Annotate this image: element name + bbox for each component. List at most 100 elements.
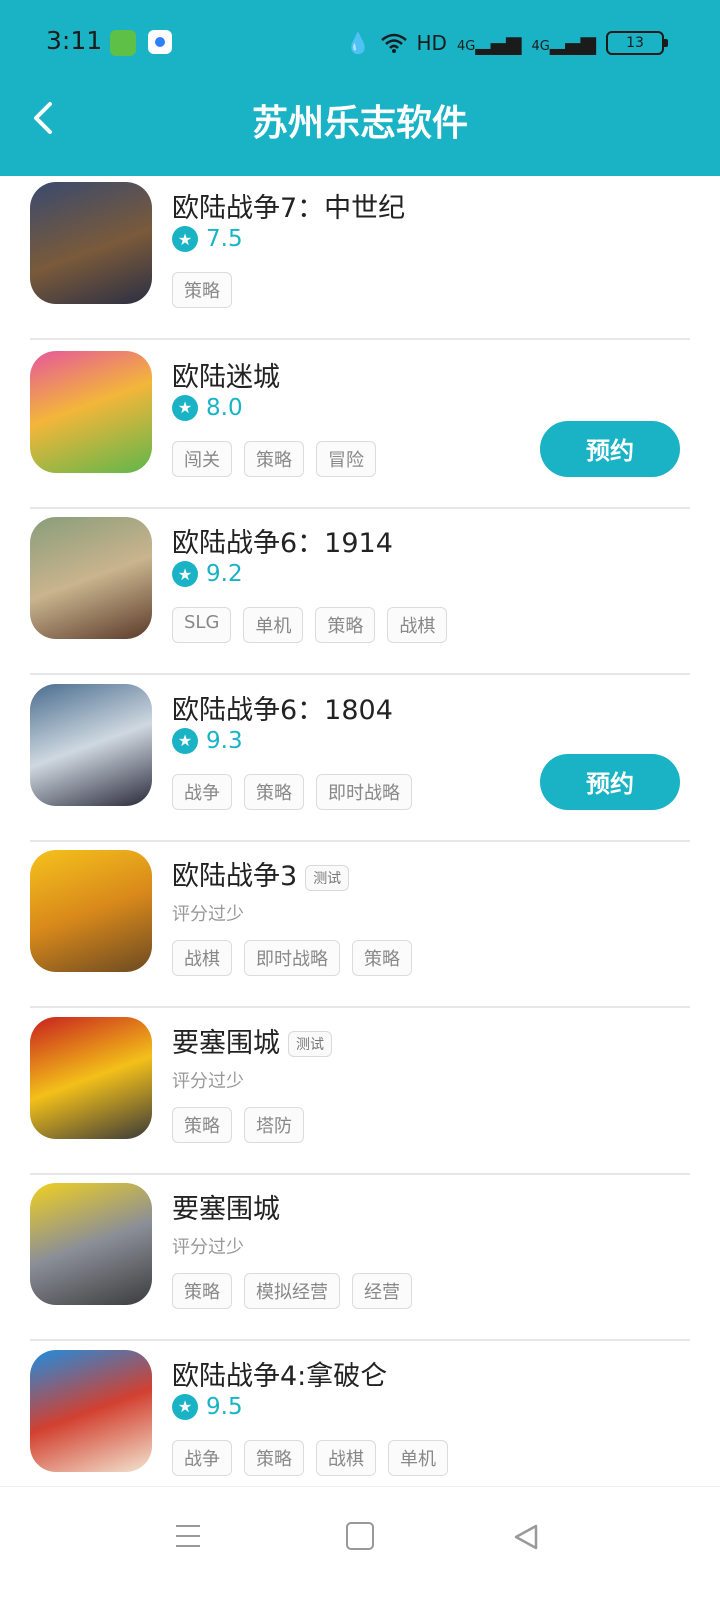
system-nav-bar (0, 1486, 720, 1601)
signal-1: 4G▂▄▆ (457, 31, 522, 55)
score: 9.5 (206, 1393, 243, 1420)
rating-text: 评分过少 (172, 1070, 244, 1092)
list-item[interactable]: 欧陆迷城 ★ 8.0 闯关 策略 冒险 预约 (0, 343, 720, 509)
game-icon[interactable] (30, 182, 152, 304)
reserve-button[interactable]: 预约 (540, 420, 680, 477)
menu-icon[interactable] (176, 1525, 200, 1547)
tag-list: 战争 策略 战棋 单机 (172, 1439, 448, 1476)
tag[interactable]: 战棋 (316, 1439, 376, 1476)
tag-list: 策略 (172, 272, 232, 308)
tag[interactable]: 闯关 (172, 440, 232, 477)
rating-text: 评分过少 (172, 904, 244, 925)
star-icon: ★ (172, 226, 198, 252)
tag[interactable]: 战争 (172, 773, 232, 810)
wifi-icon (380, 33, 407, 53)
game-name-text: 要塞围城 (172, 1194, 280, 1225)
game-name: 欧陆战争4:拿破仑 (172, 1354, 387, 1393)
notification-browser-icon (148, 30, 172, 54)
tag-list: SLG 单机 策略 战棋 (172, 607, 448, 643)
list-item[interactable]: 要塞围城 测试评分过少策略 塔防 (0, 1009, 720, 1175)
list-item[interactable]: 欧陆战争6：1804 ★ 9.3 战争 策略 即时战略 预约 (0, 676, 720, 842)
tag[interactable]: 策略 (172, 272, 232, 308)
game-icon[interactable] (30, 850, 152, 972)
game-list: 欧陆战争7：中世纪 ★ 7.5 策略 欧陆迷城 ★ 8.0 闯关 策略 冒险 预约 欧陆战争6：191… (0, 176, 720, 1484)
tag[interactable]: 单机 (243, 607, 304, 643)
list-item[interactable]: 欧陆战争6：1914 ★ 9.2 SLG 单机 策略 战棋 (0, 509, 720, 675)
tag[interactable]: 冒险 (316, 440, 376, 477)
game-icon[interactable] (30, 1183, 152, 1305)
game-name: 欧陆战争3 测试 (172, 854, 350, 893)
tag[interactable]: 策略 (172, 1273, 232, 1309)
tag[interactable]: 战棋 (172, 940, 232, 976)
tag[interactable]: 策略 (315, 607, 376, 643)
game-name: 要塞围城 测试 (172, 1021, 332, 1060)
star-icon: ★ (172, 394, 198, 421)
game-name-text: 欧陆战争6：1804 (172, 694, 393, 726)
tag-list: 战棋 即时战略 策略 (172, 940, 412, 976)
tag[interactable]: 经营 (352, 1273, 412, 1309)
divider (30, 338, 690, 340)
game-name: 欧陆迷城 (172, 355, 280, 394)
game-name-text: 欧陆战争4:拿破仑 (172, 1360, 388, 1392)
signal-bars-1-icon: ▂▄▆ (475, 31, 522, 55)
game-name: 欧陆战争7：中世纪 (172, 186, 405, 225)
tag[interactable]: 策略 (352, 940, 412, 976)
game-name: 欧陆战争6：1914 (172, 521, 393, 560)
game-name-text: 要塞围城 (172, 1027, 280, 1059)
status-bar: 3:11 💧 HD 4G▂▄▆ 4G▂▄▆ 13 (0, 0, 720, 88)
status-time: 3:11 (46, 26, 103, 55)
rating: ★ 9.5 (172, 1390, 243, 1424)
rating: ★ 9.2 (172, 557, 243, 591)
tag[interactable]: 策略 (244, 773, 304, 810)
test-badge: 测试 (288, 1031, 332, 1057)
list-item[interactable]: 要塞围城 评分过少 策略 模拟经营 经营 (0, 1175, 720, 1341)
network-label-2: 4G (531, 39, 550, 54)
drop-icon: 💧 (345, 31, 371, 55)
tag[interactable]: 即时战略 (244, 940, 340, 976)
tag[interactable]: 单机 (388, 1439, 448, 1476)
tag[interactable]: 塔防 (244, 1106, 304, 1143)
score: 9.2 (206, 561, 243, 587)
rating: ★ 8.0 (172, 391, 243, 425)
star-icon: ★ (172, 561, 198, 587)
game-name-text: 欧陆战争3 (172, 861, 298, 892)
tag[interactable]: 即时战略 (316, 773, 412, 810)
tag[interactable]: 战棋 (387, 607, 448, 643)
signal-2: 4G▂▄▆ (531, 31, 596, 55)
tag-list: 战争 策略 即时战略 (172, 773, 412, 810)
game-icon[interactable] (30, 350, 152, 473)
list-item[interactable]: 欧陆战争4:拿破仑 ★ 9.5 战争 策略 战棋 单机 (0, 1342, 720, 1485)
signal-bars-2-icon: ▂▄▆ (549, 31, 596, 55)
game-icon[interactable] (30, 1349, 152, 1472)
tag[interactable]: 策略 (244, 1439, 304, 1476)
network-label-1: 4G (456, 39, 476, 54)
list-item[interactable]: 欧陆战争3 测试评分过少战棋 即时战略 策略 (0, 842, 720, 1008)
tag[interactable]: 策略 (172, 1106, 232, 1143)
hd-label: HD (416, 31, 447, 55)
tag-list: 策略 模拟经营 经营 (172, 1273, 412, 1309)
star-icon: ★ (172, 727, 198, 754)
tag-list: 策略 塔防 (172, 1106, 304, 1143)
rating: ★ 7.5 (172, 222, 243, 256)
reserve-button[interactable]: 预约 (540, 753, 680, 810)
game-icon[interactable] (30, 517, 152, 639)
tag[interactable]: 模拟经营 (244, 1273, 340, 1309)
notification-app-icon (110, 30, 136, 56)
tag[interactable]: 战争 (172, 1439, 232, 1476)
game-name: 要塞围城 (172, 1187, 280, 1226)
game-name-text: 欧陆战争7：中世纪 (172, 193, 406, 224)
game-icon[interactable] (30, 683, 152, 806)
game-name: 欧陆战争6：1804 (172, 688, 393, 727)
test-badge: 测试 (305, 864, 350, 891)
status-indicators: 💧 HD 4G▂▄▆ 4G▂▄▆ 13 (345, 28, 668, 58)
list-item[interactable]: 欧陆战争7：中世纪 ★ 7.5 策略 (0, 176, 720, 340)
game-name-text: 欧陆战争6：1914 (172, 528, 393, 559)
home-icon[interactable] (346, 1522, 374, 1550)
tag[interactable]: 策略 (244, 440, 304, 477)
game-icon[interactable] (30, 1016, 152, 1139)
nav-back-icon[interactable] (512, 1523, 540, 1551)
star-icon: ★ (172, 1393, 198, 1420)
tag[interactable]: SLG (172, 607, 232, 643)
game-name-text: 欧陆迷城 (172, 361, 280, 393)
battery-icon: 13 (606, 31, 668, 55)
